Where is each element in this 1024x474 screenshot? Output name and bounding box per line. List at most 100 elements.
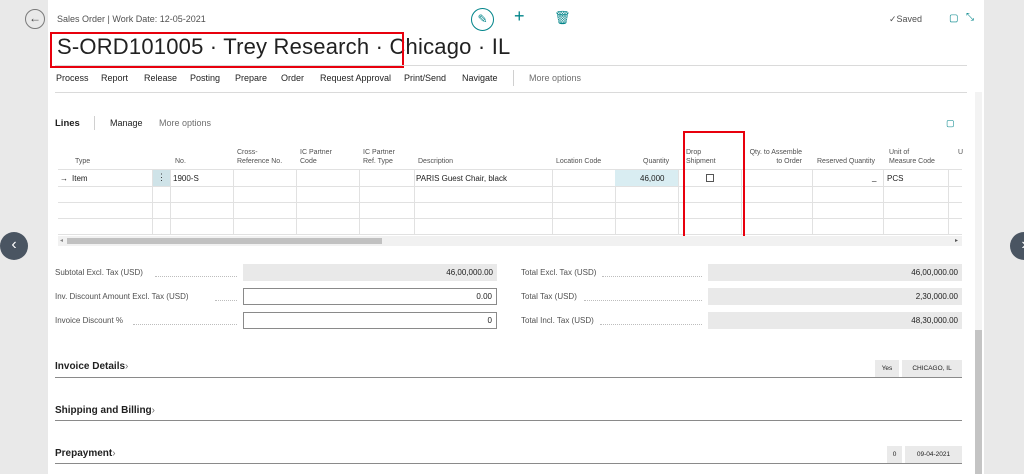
- prepayment-tag-percent: 0: [887, 446, 902, 463]
- lines-horizontal-scrollbar-thumb[interactable]: [67, 238, 382, 244]
- grid-line: [296, 169, 297, 235]
- col-cross-reference[interactable]: Cross- Reference No.: [237, 148, 282, 166]
- invoice-discount-pct-input[interactable]: 0: [243, 312, 497, 329]
- grid-line: [58, 218, 962, 219]
- lines-more-options[interactable]: More options: [159, 118, 211, 128]
- row-quantity[interactable]: 46,000: [640, 174, 664, 183]
- grid-line: [552, 169, 553, 235]
- prepayment-tag-date: 09-04-2021: [905, 446, 962, 463]
- grid-line: [170, 169, 171, 235]
- ellipsis-icon: ⋮: [157, 172, 166, 182]
- inv-discount-input[interactable]: 0.00: [243, 288, 497, 305]
- action-navigate[interactable]: Navigate: [462, 73, 498, 83]
- section-divider: [55, 377, 962, 378]
- grid-line: [58, 202, 962, 203]
- action-release[interactable]: Release: [144, 73, 177, 83]
- expand-icon: ▢: [946, 118, 955, 128]
- row-description[interactable]: PARIS Guest Chair, black: [416, 174, 507, 183]
- action-more-options[interactable]: More options: [529, 73, 581, 83]
- col-ic-partner-ref-type[interactable]: IC Partner Ref. Type: [363, 148, 395, 166]
- edit-pencil-icon: ✎: [477, 12, 488, 26]
- breadcrumb: Sales Order | Work Date: 12-05-2021: [57, 14, 206, 24]
- scroll-left-icon[interactable]: ◂: [60, 237, 63, 244]
- plus-icon: +: [514, 6, 525, 26]
- back-button[interactable]: ←: [25, 9, 45, 29]
- row-type[interactable]: Item: [72, 174, 88, 183]
- col-no[interactable]: No.: [175, 157, 186, 166]
- grid-line: [812, 169, 813, 235]
- dotted-leader: [600, 324, 702, 325]
- page-scrollbar-thumb[interactable]: [975, 330, 982, 474]
- total-excl-label: Total Excl. Tax (USD): [521, 268, 597, 277]
- col-qty-to-assemble[interactable]: Qty. to Assemble to Order: [745, 148, 802, 166]
- col-reserved-quantity[interactable]: Reserved Quantity: [817, 157, 875, 166]
- invoice-details-tag-location: CHICAGO, IL: [902, 360, 962, 377]
- action-divider: [55, 92, 967, 93]
- dotted-leader: [133, 324, 237, 325]
- lines-manage[interactable]: Manage: [110, 118, 143, 128]
- action-prepare[interactable]: Prepare: [235, 73, 267, 83]
- invoice-details-tag-yes: Yes: [875, 360, 899, 377]
- edit-button[interactable]: ✎: [471, 8, 494, 31]
- check-icon: ✓: [889, 14, 897, 24]
- action-request-approval[interactable]: Request Approval: [320, 73, 391, 83]
- total-excl-value: 46,00,000.00: [708, 264, 962, 281]
- saved-status: ✓Saved: [889, 14, 923, 24]
- action-order[interactable]: Order: [281, 73, 304, 83]
- action-report[interactable]: Report: [101, 73, 128, 83]
- col-location-code[interactable]: Location Code: [556, 157, 601, 166]
- col-ic-partner-code[interactable]: IC Partner Code: [300, 148, 332, 166]
- chevron-right-icon: ›: [151, 405, 155, 416]
- row-no[interactable]: 1900-S: [173, 174, 199, 183]
- section-divider: [55, 463, 962, 464]
- total-incl-label: Total Incl. Tax (USD): [521, 316, 594, 325]
- chevron-left-icon: ‹: [11, 236, 17, 253]
- delete-button[interactable]: 🗑: [554, 10, 571, 26]
- row-unit-of-measure[interactable]: PCS: [887, 174, 903, 183]
- grid-line: [58, 169, 962, 170]
- chevron-right-icon: ›: [112, 448, 116, 459]
- row-reserved-quantity[interactable]: _: [872, 173, 876, 182]
- drop-shipment-highlight-box: [683, 131, 745, 242]
- collapse-icon: ⤡: [966, 12, 974, 23]
- collapse-button[interactable]: ⤡: [966, 12, 974, 23]
- lines-expand-button[interactable]: ▢: [946, 118, 955, 129]
- subtotal-label: Subtotal Excl. Tax (USD): [55, 268, 143, 277]
- grid-line: [948, 169, 949, 235]
- scroll-right-icon[interactable]: ▸: [955, 237, 958, 244]
- subtotal-value: 46,00,000.00: [243, 264, 497, 281]
- open-new-window-button[interactable]: ▢: [949, 13, 958, 24]
- row-actions-button[interactable]: ⋮: [153, 170, 170, 186]
- grid-line: [678, 169, 679, 235]
- header-divider: [55, 65, 967, 66]
- dotted-leader: [215, 300, 237, 301]
- grid-line: [58, 234, 962, 235]
- col-type[interactable]: Type: [75, 157, 90, 166]
- title-highlight-box: [50, 32, 404, 68]
- total-tax-label: Total Tax (USD): [521, 292, 577, 301]
- total-incl-value: 48,30,000.00: [708, 312, 962, 329]
- grid-line: [233, 169, 234, 235]
- grid-line: [414, 169, 415, 235]
- action-print-send[interactable]: Print/Send: [404, 73, 446, 83]
- dotted-leader: [155, 276, 237, 277]
- chevron-right-icon: ›: [125, 361, 129, 372]
- trash-icon: 🗑: [554, 10, 571, 25]
- shipping-billing-header[interactable]: Shipping and Billing›: [55, 405, 155, 416]
- col-description[interactable]: Description: [418, 157, 453, 166]
- new-button[interactable]: +: [514, 6, 525, 27]
- previous-record-button[interactable]: ‹: [0, 232, 28, 260]
- grid-line: [58, 186, 962, 187]
- action-separator: [513, 70, 514, 86]
- prepayment-header[interactable]: Prepayment›: [55, 448, 116, 459]
- action-posting[interactable]: Posting: [190, 73, 220, 83]
- back-arrow-icon: ←: [29, 11, 41, 25]
- col-unit-of-measure[interactable]: Unit of Measure Code: [889, 148, 935, 166]
- action-process[interactable]: Process: [56, 73, 89, 83]
- inv-discount-label: Inv. Discount Amount Excl. Tax (USD): [55, 292, 189, 301]
- dotted-leader: [584, 300, 702, 301]
- col-clipped: U: [958, 149, 964, 156]
- col-quantity[interactable]: Quantity: [643, 157, 669, 166]
- invoice-details-header[interactable]: Invoice Details›: [55, 361, 128, 372]
- row-arrow-icon: →: [60, 174, 68, 183]
